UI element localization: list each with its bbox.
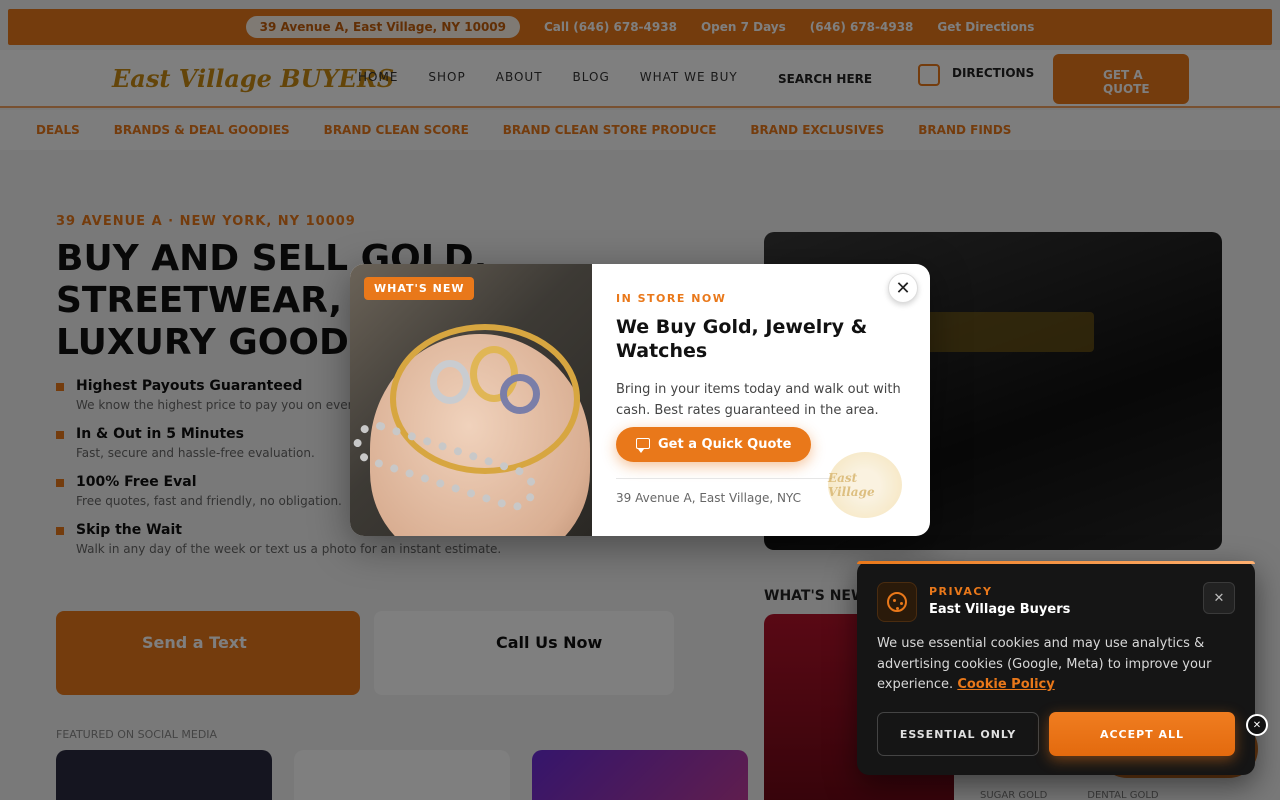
- jewelry-photo: WHAT'S NEW: [350, 264, 592, 536]
- store-address: 39 Avenue A, East Village, NYC: [616, 491, 801, 505]
- modal-title: We Buy Gold, Jewelry & Watches: [616, 316, 868, 362]
- cookie-close-button[interactable]: ✕: [1203, 582, 1235, 614]
- cookie-title: East Village Buyers: [929, 602, 1071, 617]
- cookie-accent-stripe: [857, 561, 1255, 564]
- close-icon: ✕: [895, 277, 911, 299]
- modal-content: IN STORE NOW We Buy Gold, Jewelry & Watc…: [592, 264, 930, 536]
- cookie-icon: [887, 592, 907, 612]
- promo-modal: WHAT'S NEW IN STORE NOW We Buy Gold, Jew…: [350, 264, 930, 536]
- store-seal-logo: East Village: [828, 452, 902, 518]
- cookie-icon-badge: [877, 582, 917, 622]
- modal-kicker: IN STORE NOW: [616, 292, 727, 305]
- quick-quote-label: Get a Quick Quote: [658, 437, 792, 452]
- chat-bubble-icon: [636, 438, 650, 453]
- modal-description: Bring in your items today and walk out w…: [616, 382, 901, 418]
- close-icon: ✕: [1213, 590, 1225, 606]
- chat-widget-close-button[interactable]: ✕: [1246, 714, 1268, 736]
- whats-new-badge: WHAT'S NEW: [364, 277, 475, 300]
- seal-text: East Village: [828, 471, 875, 499]
- sapphire-ring-shape: [500, 374, 540, 414]
- silver-ring-shape: [430, 360, 470, 404]
- quick-quote-button[interactable]: Get a Quick Quote: [616, 427, 812, 462]
- essential-only-button[interactable]: ESSENTIAL ONLY: [877, 712, 1039, 756]
- cookie-text: We use essential cookies and may use ana…: [877, 634, 1227, 696]
- cookie-kicker: PRIVACY: [929, 585, 993, 598]
- modal-divider: [616, 478, 832, 479]
- modal-close-button[interactable]: ✕: [888, 273, 918, 303]
- close-icon: ✕: [1252, 719, 1262, 731]
- accept-all-button[interactable]: ACCEPT ALL: [1049, 712, 1235, 756]
- cookie-policy-link[interactable]: Cookie Policy: [957, 677, 1054, 692]
- cookie-consent-panel: PRIVACY East Village Buyers ✕ We use ess…: [857, 561, 1255, 775]
